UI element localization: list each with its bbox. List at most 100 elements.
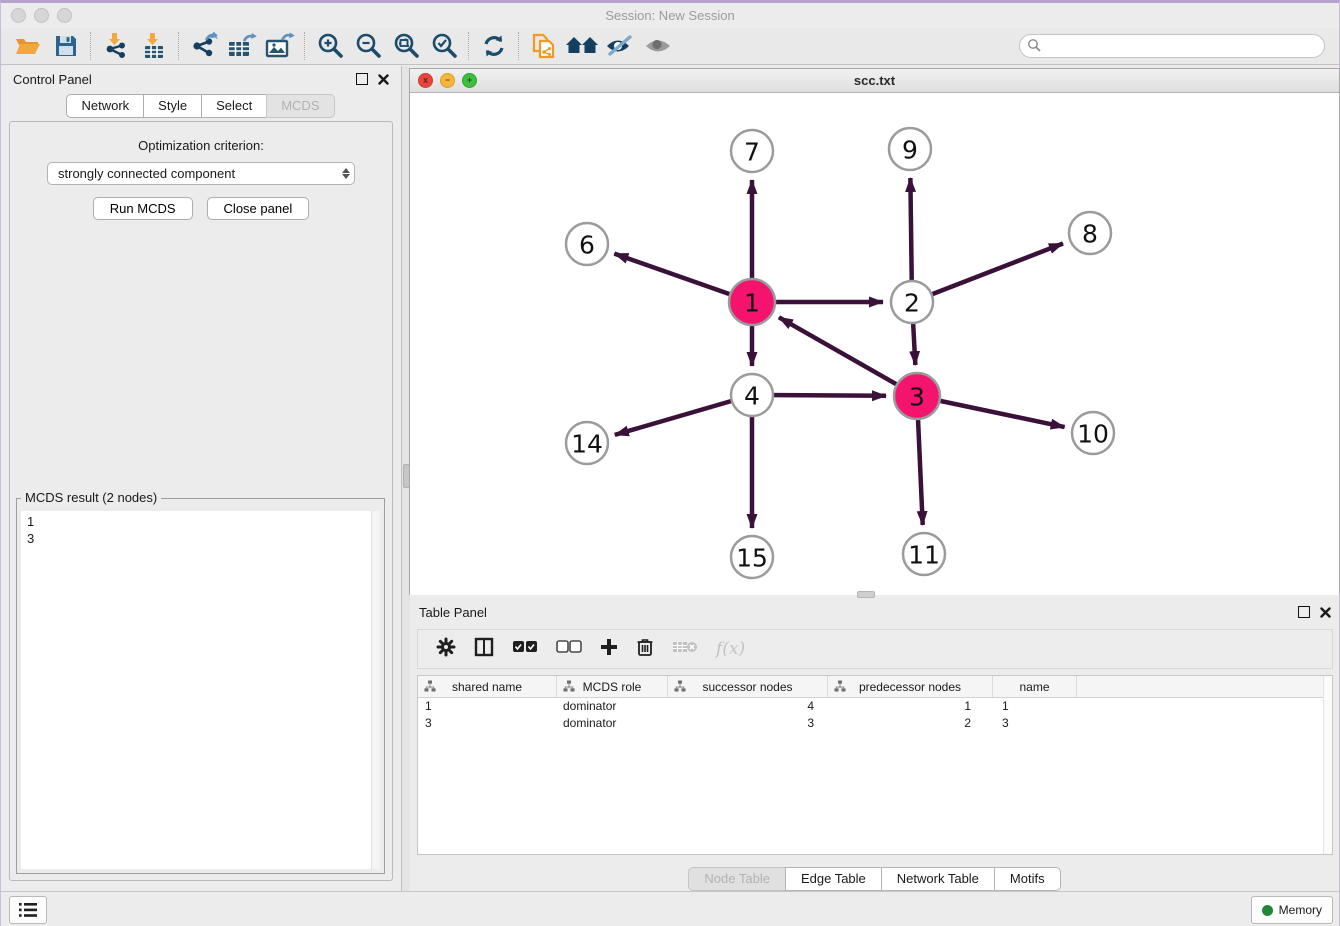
criterion-select[interactable]: strongly connected component — [47, 162, 355, 185]
cell-successor-nodes[interactable]: 4 — [668, 698, 828, 715]
memory-button[interactable]: Memory — [1251, 896, 1333, 924]
show-eye-icon — [642, 33, 674, 59]
export-table-button[interactable] — [223, 31, 261, 61]
float-panel-icon[interactable] — [356, 73, 368, 85]
column-header-shared-name[interactable]: shared name — [418, 676, 557, 697]
cell-shared-name[interactable]: 3 — [418, 715, 557, 732]
tab-mcds[interactable]: MCDS — [266, 94, 334, 118]
zoom-out-button[interactable] — [349, 31, 387, 61]
network-canvas[interactable]: 7968124314101511 — [410, 93, 1339, 595]
close-panel-icon[interactable] — [378, 74, 389, 85]
canvas-resize-handle-icon[interactable] — [857, 591, 875, 598]
home-button[interactable] — [563, 31, 601, 61]
select-stepper-icon — [342, 168, 350, 179]
import-table-button[interactable] — [135, 31, 173, 61]
show-all-button[interactable] — [639, 31, 677, 61]
attribute-tree-icon — [424, 680, 436, 692]
delete-row-button[interactable] — [636, 637, 654, 662]
mcds-result-box[interactable]: 1 3 — [21, 511, 380, 869]
export-network-button[interactable] — [185, 31, 223, 61]
list-icon — [19, 903, 37, 917]
cell-predecessor-nodes[interactable]: 1 — [828, 698, 993, 715]
control-panel: Control Panel NetworkStyleSelectMCDS Opt… — [1, 66, 401, 895]
cell-predecessor-nodes[interactable]: 2 — [828, 715, 993, 732]
attribute-tree-icon — [674, 680, 686, 692]
network-graph: 7968124314101511 — [410, 93, 1339, 595]
add-row-button[interactable] — [600, 638, 618, 661]
export-image-button[interactable] — [261, 31, 299, 61]
tab-network[interactable]: Network — [66, 94, 144, 118]
tab-motifs[interactable]: Motifs — [994, 867, 1061, 891]
cell-successor-nodes[interactable]: 3 — [668, 715, 828, 732]
table-row[interactable]: 3dominator323 — [418, 715, 1332, 732]
column-header-successor-nodes[interactable]: successor nodes — [668, 676, 828, 697]
column-header-MCDS-role[interactable]: MCDS role — [557, 676, 668, 697]
search-input[interactable] — [1019, 34, 1325, 58]
delete-table-button[interactable] — [672, 639, 698, 660]
graph-node-label-15: 15 — [736, 544, 768, 573]
home-icon — [565, 33, 599, 59]
tab-edge-table[interactable]: Edge Table — [785, 867, 882, 891]
zoom-fit-button[interactable] — [387, 31, 425, 61]
zoom-selected-button[interactable] — [425, 31, 463, 61]
table-panel: Table Panel — [409, 599, 1340, 895]
float-table-panel-icon[interactable] — [1298, 606, 1310, 618]
refresh-layout-button[interactable] — [475, 31, 513, 61]
graph-node-label-3: 3 — [909, 383, 925, 412]
tab-node-table[interactable]: Node Table — [688, 867, 786, 891]
control-panel-header: Control Panel — [1, 66, 401, 92]
memory-label: Memory — [1279, 903, 1322, 917]
settings-gear-button[interactable] — [436, 637, 456, 662]
tab-style[interactable]: Style — [143, 94, 202, 118]
tab-network-table[interactable]: Network Table — [881, 867, 995, 891]
graph-edge-2-8[interactable] — [912, 243, 1063, 302]
table-tabs: Node TableEdge TableNetwork TableMotifs — [409, 867, 1340, 891]
zoom-in-button[interactable] — [311, 31, 349, 61]
column-layout-button[interactable] — [474, 637, 494, 662]
toolbar-separator — [518, 32, 520, 60]
cell-MCDS-role[interactable]: dominator — [557, 698, 668, 715]
import-network-button[interactable] — [97, 31, 135, 61]
refresh-layout-icon — [480, 32, 508, 60]
cell-name[interactable]: 3 — [993, 715, 1077, 732]
control-panel-title: Control Panel — [13, 72, 92, 87]
node-table: shared name MCDS rolesuccessor nodesprede… — [417, 675, 1333, 855]
mcds-result-title: MCDS result (2 nodes) — [21, 490, 161, 505]
hide-selected-button[interactable] — [601, 31, 639, 61]
select-all-button[interactable] — [512, 640, 538, 659]
graph-node-label-8: 8 — [1082, 220, 1098, 249]
cell-shared-name[interactable]: 1 — [418, 698, 557, 715]
result-scrollbar[interactable] — [371, 511, 380, 869]
table-toolbar: f(x) — [417, 629, 1333, 669]
zoom-selected-icon — [429, 31, 459, 61]
close-table-panel-icon[interactable] — [1320, 607, 1331, 618]
criterion-value: strongly connected component — [58, 166, 235, 181]
control-panel-tabs: NetworkStyleSelectMCDS — [1, 94, 401, 118]
column-header-name[interactable]: name — [993, 676, 1077, 697]
run-mcds-button[interactable]: Run MCDS — [93, 197, 193, 220]
cell-MCDS-role[interactable]: dominator — [557, 715, 668, 732]
column-label: name — [1019, 680, 1049, 694]
task-history-button[interactable] — [9, 896, 47, 924]
import-network-icon — [102, 32, 130, 60]
column-label: shared name — [452, 680, 522, 694]
clone-network-button[interactable] — [525, 31, 563, 61]
table-scrollbar[interactable] — [1323, 676, 1332, 854]
save-session-button[interactable] — [47, 31, 85, 61]
table-panel-title: Table Panel — [419, 605, 487, 620]
graph-node-label-1: 1 — [744, 289, 760, 318]
tab-select[interactable]: Select — [201, 94, 267, 118]
export-table-icon — [226, 32, 258, 60]
open-session-button[interactable] — [9, 31, 47, 61]
deselect-all-button[interactable] — [556, 640, 582, 659]
table-row[interactable]: 1dominator411 — [418, 698, 1332, 715]
close-panel-button[interactable]: Close panel — [207, 197, 310, 220]
optimization-criterion-label: Optimization criterion: — [10, 138, 392, 153]
main-toolbar — [1, 28, 1339, 65]
function-builder-button[interactable]: f(x) — [716, 639, 745, 659]
cell-name[interactable]: 1 — [993, 698, 1077, 715]
unchecked-boxes-icon — [556, 640, 582, 654]
column-header-predecessor-nodes[interactable]: predecessor nodes — [828, 676, 993, 697]
export-network-icon — [189, 32, 219, 60]
mcds-result-text: 1 3 — [21, 511, 380, 549]
